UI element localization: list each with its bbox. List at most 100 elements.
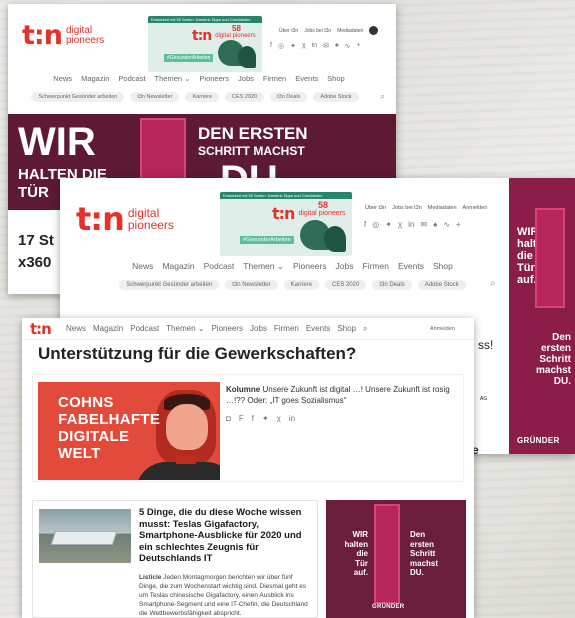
nav-firmen[interactable]: Firmen [274,324,299,334]
twitter-icon[interactable]: ✦ [385,220,392,229]
link-jobs-bei-t3n[interactable]: Jobs bei t3n [392,205,422,211]
ad-wir: WIR [18,120,96,164]
link-ueber-t3n[interactable]: Über t3n [279,28,298,35]
nav-jobs[interactable]: Jobs [250,324,267,334]
magazine-cover-ad[interactable]: Entwickelt mit 50 Seiten: Karriere-Tipps… [148,16,262,72]
twitter-icon[interactable]: ✦ [290,42,296,50]
ad-right-text: Den ersten Schritt machst DU. [410,530,439,577]
link-mediadaten[interactable]: Mediadaten [337,28,363,35]
article-card[interactable]: 5 Dinge, die du diese Woche wissen musst… [32,500,318,618]
mail-icon[interactable]: ✉ [420,220,427,229]
plus-icon[interactable]: + [357,42,361,50]
nav-podcast[interactable]: Podcast [130,324,159,334]
linkedin-icon[interactable]: in [408,220,414,229]
nav-pioneers[interactable]: Pioneers [211,324,243,334]
partial-text-exclamation: ss! [478,338,494,352]
partial-headline-line2: x360 [18,254,52,271]
ad-left-text: WIR halten die Tür auf. [344,530,368,577]
magazine-cover-ad-2[interactable]: Entwickelt mit 50 Seiten: Karriere-Tipps… [220,192,352,256]
bell-icon[interactable]: ♠ [335,42,339,50]
kolumne-image[interactable]: COHNS FABELHAFTE DIGITALE WELT [38,382,220,480]
ad-tuer: TÜR [18,184,49,201]
nav-firmen[interactable]: Firmen [263,74,286,83]
skyscraper-ad[interactable]: WIR halten die Tür auf. Den ersten Schritt mach… [509,178,575,454]
pill-ces[interactable]: CES 2020 [325,280,367,290]
instagram-icon[interactable]: ◎ [372,220,379,229]
link-ueber-t3n[interactable]: Über t3n [365,205,386,211]
nav-news[interactable]: News [132,261,153,272]
facebook-icon[interactable]: f [270,42,272,50]
bell-icon[interactable]: ♠ [433,220,437,229]
t3n-logo-2[interactable]: t:n digital pioneers [76,200,174,238]
article-card-title: 5 Dinge, die du diese Woche wissen musst… [139,507,302,564]
link-jobs-bei-t3n[interactable]: Jobs bei t3n [304,28,331,35]
nav-magazin[interactable]: Magazin [81,74,109,83]
plus-icon[interactable]: + [456,220,461,229]
rectangle-ad[interactable]: WIR halten die Tür auf. Den ersten Schritt mach… [326,500,466,618]
facebook-icon[interactable]: f [364,220,366,229]
nav-pioneers[interactable]: Pioneers [199,74,229,83]
nav-pioneers[interactable]: Pioneers [293,261,327,272]
nav-events[interactable]: Events [306,324,330,334]
nav-news[interactable]: News [53,74,72,83]
pill-deals[interactable]: t3n Deals [270,92,308,102]
nav-shop[interactable]: Shop [433,261,453,272]
instagram-icon[interactable]: ◎ [278,42,284,50]
pill-karriere[interactable]: Karriere [185,92,220,102]
pocket-icon[interactable]: ◘ [226,414,231,423]
pill-newsletter[interactable]: t3n Newsletter [225,280,278,290]
t3n-logo[interactable]: t:n digital pioneers [22,20,104,51]
pill-deals[interactable]: t3n Deals [372,280,412,290]
rss-icon[interactable]: ∿ [345,42,351,50]
nav-shop[interactable]: Shop [337,324,356,334]
nav-podcast[interactable]: Podcast [118,74,145,83]
facebook-icon[interactable]: f [252,414,254,423]
pill-schwerpunkt[interactable]: Schwerpunkt Gesünder arbeiten [119,280,220,290]
pill-karriere[interactable]: Karriere [283,280,319,290]
search-icon[interactable]: ⌕ [490,278,496,289]
nav-magazin[interactable]: Magazin [162,261,194,272]
nav-themen[interactable]: Themen ⌄ [155,74,191,83]
link-mediadaten[interactable]: Mediadaten [428,205,457,211]
nav-jobs[interactable]: Jobs [336,261,354,272]
kolumne-teaser[interactable]: Kolumne Unsere Zukunft ist digital …! Un… [226,384,452,406]
nav-podcast[interactable]: Podcast [204,261,235,272]
nav-news[interactable]: News [66,324,86,334]
xing-icon[interactable]: χ [277,414,281,423]
nav-events[interactable]: Events [295,74,318,83]
nav-themen[interactable]: Themen ⌄ [243,261,284,272]
linkedin-icon[interactable]: in [312,42,317,50]
linkedin-icon[interactable]: in [289,414,295,423]
pill-schwerpunkt[interactable]: Schwerpunkt Gesünder arbeiten [31,92,125,102]
t3n-logo-3[interactable]: t:n [30,320,52,338]
twitter-icon[interactable]: ✦ [262,414,269,423]
magazine-hashtag: #GesunderArbeiten [164,54,214,62]
rss-icon[interactable]: ∿ [443,220,450,229]
flipboard-icon[interactable]: F [239,414,244,423]
image-title: COHNS FABELHAFTE DIGITALE WELT [58,394,161,462]
search-icon[interactable]: ⌕ [363,324,367,334]
link-anmelden[interactable]: Anmelden [430,326,455,332]
nav-themen[interactable]: Themen ⌄ [166,324,204,334]
logo-mark: t:n [22,20,63,51]
nav-shop[interactable]: Shop [327,74,345,83]
pill-adobe-stock[interactable]: Adobe Stock [417,280,466,290]
screenshot-front: t:n News Magazin Podcast Themen ⌄ Pionee… [22,318,474,618]
main-nav: News Magazin Podcast Themen ⌄ Pioneers J… [8,74,396,83]
pill-adobe-stock[interactable]: Adobe Stock [313,92,359,102]
xing-icon[interactable]: χ [398,220,402,229]
pill-newsletter[interactable]: t3n Newsletter [130,92,180,102]
nav-events[interactable]: Events [398,261,424,272]
nav-jobs[interactable]: Jobs [238,74,254,83]
xing-icon[interactable]: χ [302,42,306,50]
search-icon[interactable]: ⌕ [380,91,385,102]
nav-magazin[interactable]: Magazin [93,324,123,334]
pill-ces[interactable]: CES 2020 [225,92,265,102]
mail-icon[interactable]: ✉ [323,42,329,50]
gruender-logo: GRÜNDER [372,604,405,610]
sticky-header: t:n News Magazin Podcast Themen ⌄ Pionee… [22,318,474,340]
user-icon[interactable] [369,26,379,35]
article-card-text: Listicle Jeden Montagmorgen berichten wi… [139,574,308,617]
link-anmelden[interactable]: Anmelden [463,205,488,211]
nav-firmen[interactable]: Firmen [363,261,389,272]
